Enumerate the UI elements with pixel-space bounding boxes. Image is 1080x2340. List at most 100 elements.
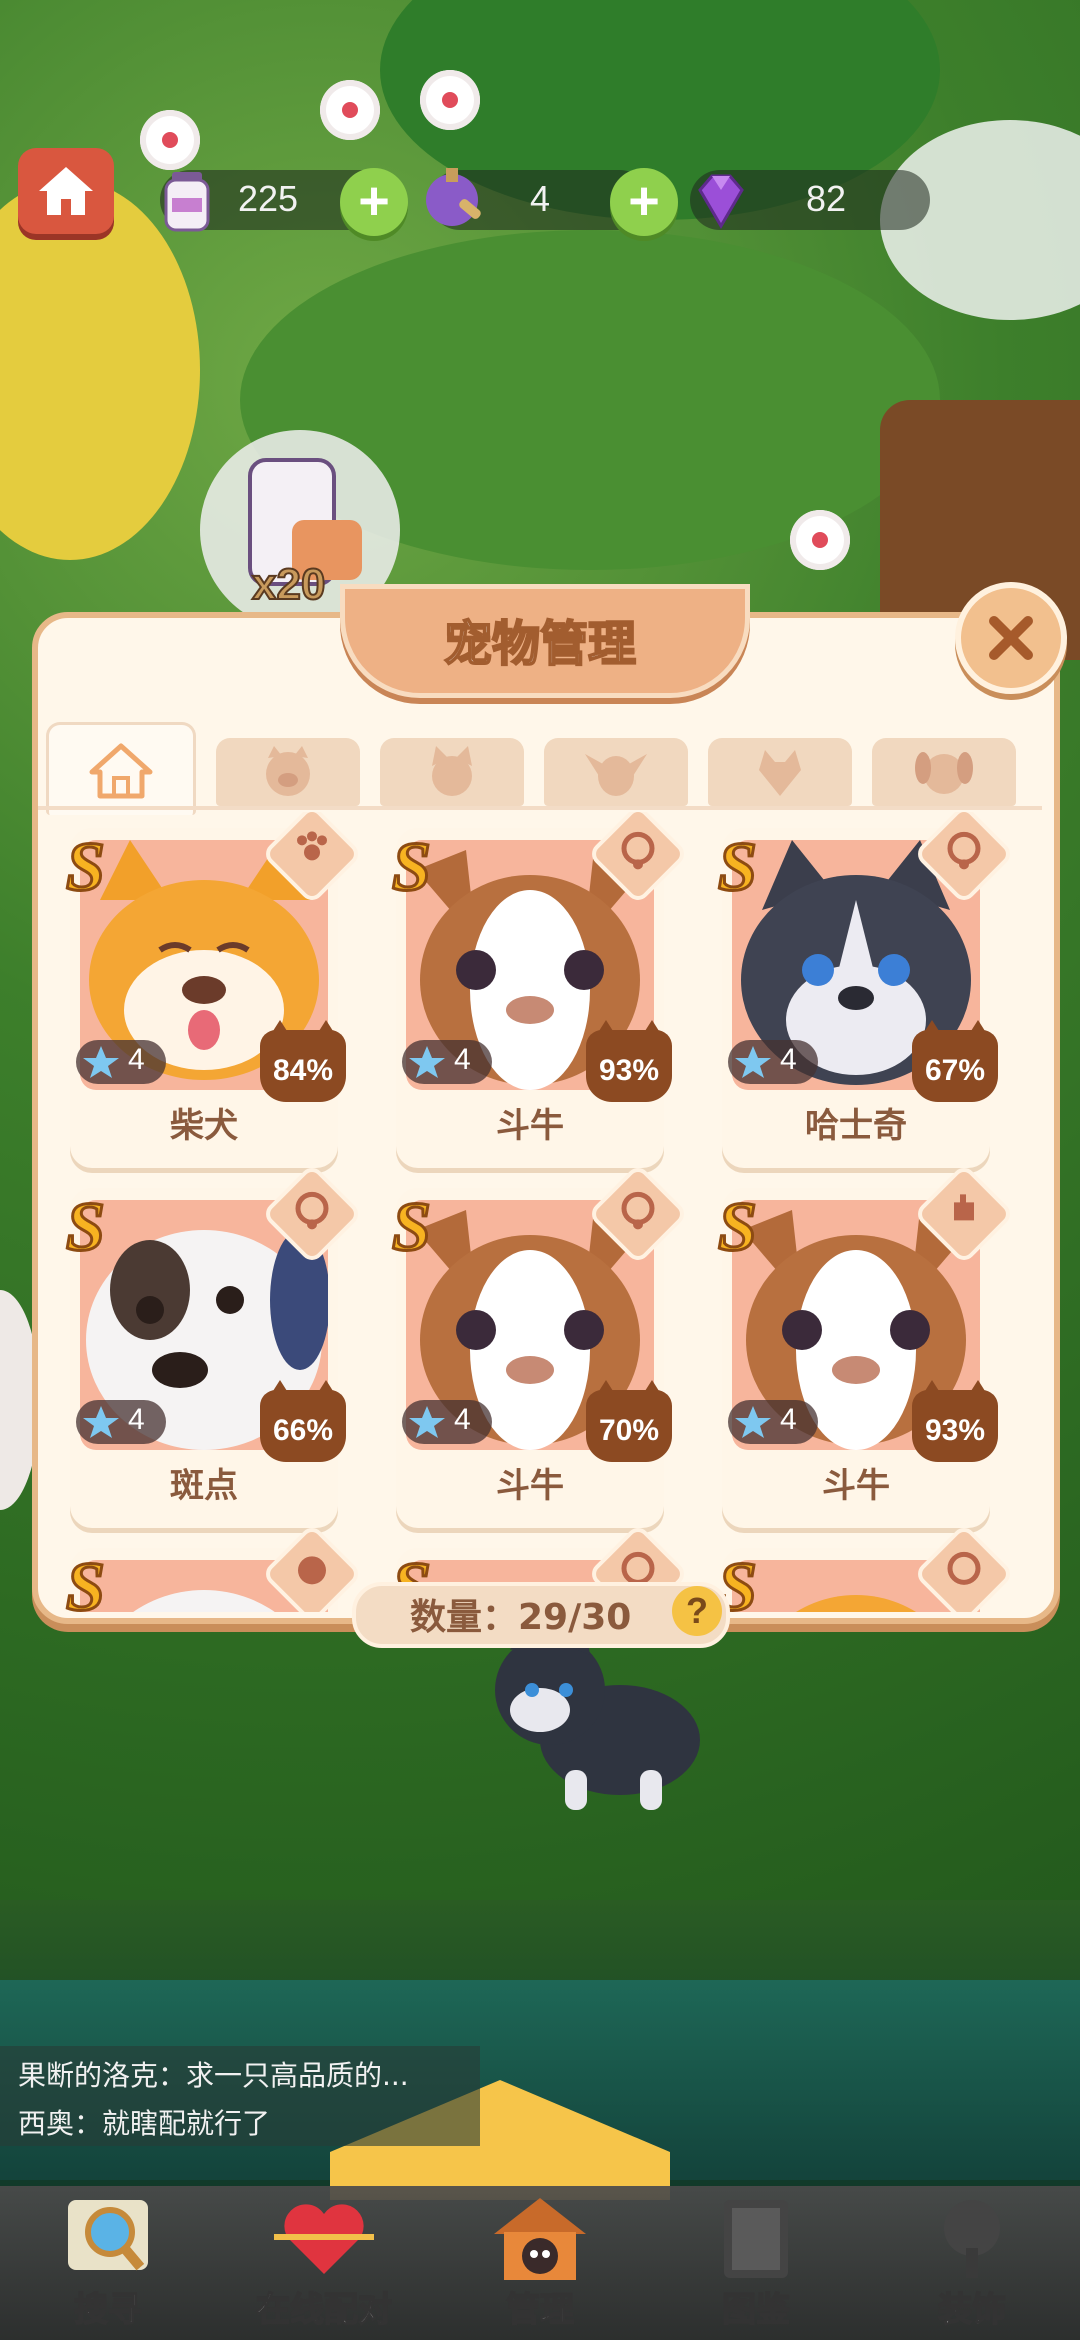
fox-face-icon [759, 750, 801, 796]
tab-all[interactable] [46, 722, 196, 815]
collar-icon [295, 1191, 329, 1230]
collar-icon [947, 1551, 981, 1585]
heart-arrow-icon [274, 2204, 374, 2274]
paw-burst-icon [297, 831, 327, 861]
pet-card[interactable]: S 4 93% 斗牛 [391, 812, 689, 1168]
nav-online-match[interactable]: 在线配对 [216, 2186, 432, 2340]
rainbow-star-icon [735, 1046, 771, 1078]
add-milk-button[interactable]: + [340, 168, 408, 236]
nav-label: 管理 [505, 2289, 575, 2331]
hand-heart-icon [954, 1194, 974, 1221]
close-icon [989, 616, 1033, 660]
nav-label: 图鉴 [721, 2289, 791, 2331]
star-level: 4 [728, 1400, 818, 1444]
pet-name: 斗牛 [496, 1106, 564, 1146]
pet-card[interactable]: S 4 66% 斑点 [65, 1163, 363, 1528]
home-button[interactable] [18, 148, 114, 234]
nav-collection[interactable]: 图鉴 [648, 2186, 864, 2340]
cat-face-icon [432, 746, 472, 796]
reward-multiplier: x20 [251, 559, 326, 610]
star-level: 4 [402, 1400, 492, 1444]
pet-card-grid: S 4 84% 柴犬 S 4 93% 斗牛 S 4 67% 哈士奇 S 4 66… [38, 812, 1042, 1612]
flower-decoration [320, 80, 380, 140]
pet-name: 柴犬 [170, 1106, 238, 1146]
affinity-badge: 93% [912, 1380, 998, 1462]
star-level: 4 [728, 1040, 818, 1084]
tree-icon [944, 2200, 1000, 2278]
pet-card[interactable]: S 4 93% 斗牛 [717, 1163, 1015, 1528]
help-button[interactable]: ? [672, 1586, 722, 1636]
nav-manage[interactable]: 管理 [432, 2186, 648, 2340]
flower-decoration [790, 510, 850, 570]
nav-label: 装饰 [937, 2289, 1007, 2331]
flower-decoration [140, 110, 200, 170]
pet-name: 斗牛 [496, 1466, 564, 1506]
add-potion-button[interactable]: + [610, 168, 678, 236]
nav-search[interactable]: 搜寻 [0, 2186, 216, 2340]
home-icon [39, 167, 93, 215]
rainbow-star-icon [409, 1046, 445, 1078]
collar-icon [621, 1191, 655, 1230]
close-button[interactable] [955, 582, 1067, 694]
chat-message: 西奥：就瞎配就行了 [18, 2107, 271, 2140]
star-count: 4 [780, 1043, 797, 1076]
pet-card[interactable]: S [717, 1523, 1015, 1612]
cat-mood-icon [298, 1556, 326, 1585]
pet-name: 哈士奇 [805, 1106, 907, 1146]
panel-title: 宠物管理 [443, 615, 637, 673]
star-level: 4 [76, 1040, 166, 1084]
rank-badge: S [391, 828, 433, 908]
tab-divider [38, 806, 1042, 810]
pet-count: 数量：29/30 [410, 1597, 632, 1638]
tab-cat[interactable] [380, 738, 524, 806]
star-level: 4 [402, 1040, 492, 1084]
nav-label: 搜寻 [73, 2289, 143, 2331]
affinity-badge: 70% [586, 1380, 672, 1462]
nav-label: 在线配对 [255, 2289, 393, 2331]
star-level: 4 [76, 1400, 166, 1444]
dog-face-icon [915, 752, 973, 794]
flower-decoration [420, 70, 480, 130]
tab-pig[interactable] [216, 738, 360, 806]
collar-icon [947, 831, 981, 870]
tab-fox[interactable] [708, 738, 852, 806]
collar-icon [621, 831, 655, 870]
chat-box[interactable]: 果断的洛克：求一只高品质的... 西奥：就瞎配就行了 [0, 2046, 480, 2146]
milk-bottle-icon [164, 172, 210, 232]
star-count: 4 [454, 1403, 471, 1436]
pig-face-icon [266, 746, 310, 796]
affinity-badge: 66% [260, 1380, 346, 1462]
pet-name: 斗牛 [822, 1466, 890, 1506]
pet-card[interactable]: S 4 84% 柴犬 [65, 812, 363, 1168]
affinity-badge: 67% [912, 1020, 998, 1102]
milk-count: 225 [238, 178, 299, 219]
potion-icon [426, 168, 481, 226]
star-count: 4 [128, 1043, 145, 1076]
gem-icon [698, 174, 744, 229]
nav-decorate[interactable]: 装饰 [864, 2186, 1080, 2340]
rainbow-star-icon [83, 1046, 119, 1078]
star-count: 4 [128, 1403, 145, 1436]
rank-badge: S [65, 1548, 107, 1613]
rank-badge: S [65, 828, 107, 908]
tab-dog[interactable] [872, 738, 1016, 806]
potion-count: 4 [530, 178, 551, 219]
chihuahua-face-icon [585, 754, 647, 796]
pet-name: 斑点 [170, 1466, 238, 1506]
home-icon [89, 743, 153, 799]
pet-card[interactable]: S 4 70% 斗牛 [391, 1163, 689, 1528]
gem-count: 82 [806, 178, 847, 219]
pet-house-icon [494, 2198, 586, 2280]
rainbow-star-icon [83, 1406, 119, 1438]
rank-badge: S [391, 1188, 433, 1268]
rank-badge: S [65, 1188, 107, 1268]
chat-message: 果断的洛克：求一只高品质的... [18, 2059, 409, 2092]
affinity-badge: 93% [586, 1020, 672, 1102]
star-count: 4 [454, 1043, 471, 1076]
star-count: 4 [780, 1403, 797, 1436]
pet-card[interactable]: S 4 67% 哈士奇 [717, 812, 1015, 1168]
pet-card[interactable]: S [65, 1523, 363, 1612]
rank-badge: S [717, 1188, 759, 1268]
husky-character[interactable] [470, 1620, 730, 1820]
tab-chihuahua[interactable] [544, 738, 688, 806]
